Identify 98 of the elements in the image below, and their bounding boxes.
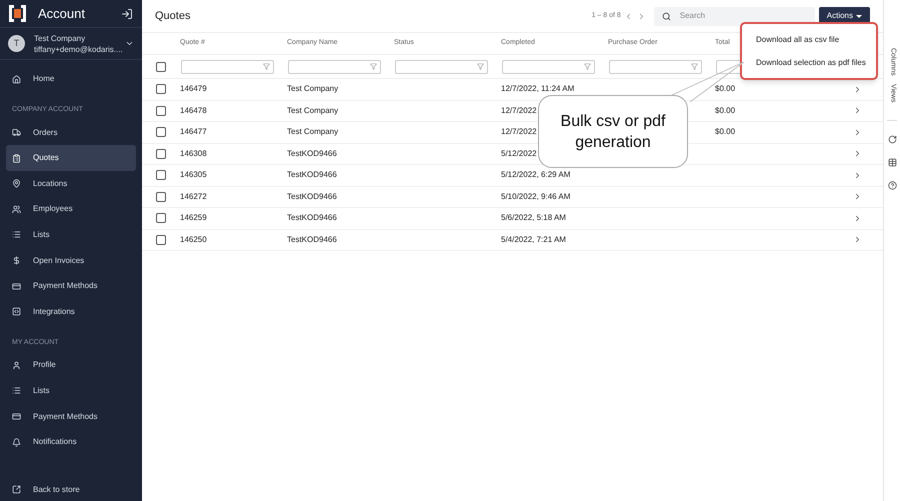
table-cell: Test Company <box>287 126 338 138</box>
list-icon <box>12 386 21 396</box>
nav-item[interactable]: Orders <box>6 120 136 146</box>
table-cell: $0.00 <box>715 126 736 138</box>
page-title: Quotes <box>155 8 192 24</box>
help-icon[interactable] <box>888 181 896 190</box>
logout-icon[interactable] <box>121 8 133 20</box>
table-cell: 146477 <box>180 126 207 138</box>
nav-item[interactable]: Open Invoices <box>6 248 136 274</box>
filter-field[interactable] <box>288 60 381 74</box>
search-field[interactable]: Search <box>654 6 815 26</box>
dollar-icon <box>12 256 21 266</box>
table-cell: 146250 <box>180 234 207 246</box>
nav-item[interactable]: Lists <box>6 378 136 404</box>
home-icon <box>12 74 21 84</box>
table-cell: 5/6/2022, 5:18 AM <box>501 212 566 224</box>
row-checkbox[interactable] <box>156 192 166 202</box>
table-cell: $0.00 <box>715 83 736 96</box>
search-icon <box>662 12 671 20</box>
row-checkbox[interactable] <box>156 127 166 138</box>
chevron-right-icon[interactable] <box>853 84 862 94</box>
row-checkbox[interactable] <box>156 148 166 159</box>
table-cell: 146478 <box>180 104 207 117</box>
nav-item[interactable]: Quotes <box>6 145 136 171</box>
table-cell: 12/7/2022 <box>501 104 537 117</box>
filter-icon[interactable] <box>477 63 484 70</box>
nav-item[interactable]: Employees <box>6 196 136 222</box>
table-cell: TestKOD9466 <box>287 148 337 160</box>
filter-field[interactable] <box>181 60 274 74</box>
table-cell: 12/7/2022, 11:24 AM <box>501 83 574 96</box>
table-cell: Test Company <box>287 83 338 96</box>
person-icon <box>12 360 21 370</box>
chevron-right-icon[interactable] <box>853 235 862 244</box>
row-checkbox[interactable] <box>156 213 166 224</box>
grid-icon[interactable] <box>888 158 896 168</box>
nav-item[interactable]: Integrations <box>6 298 136 325</box>
table-cell: 5/10/2022, 9:46 AM <box>501 190 570 203</box>
table-cell: 12/7/2022 <box>501 126 537 138</box>
table-cell: 146305 <box>180 169 207 182</box>
credit-card-icon <box>12 412 21 422</box>
table-cell: 146259 <box>180 212 207 224</box>
table-cell: $0.00 <box>715 104 736 117</box>
caret-icon <box>856 14 862 18</box>
table-cell: 146479 <box>180 83 207 96</box>
row-checkbox[interactable] <box>156 84 166 94</box>
filter-icon[interactable] <box>584 63 591 70</box>
truck-icon <box>12 128 21 138</box>
code-square-icon <box>12 307 21 316</box>
table-cell: 146272 <box>180 190 207 203</box>
chevron-right-icon[interactable] <box>853 170 862 180</box>
menu-item[interactable]: Download all as csv file <box>756 34 862 46</box>
nav-item[interactable]: Payment Methods <box>6 273 136 299</box>
external-link-icon <box>12 485 21 494</box>
chevron-right-icon[interactable] <box>853 106 862 116</box>
chevron-right-icon[interactable] <box>853 214 862 223</box>
callout-text: Bulk csv or pdf generation <box>560 112 666 152</box>
table-cell: 146308 <box>180 148 207 160</box>
credit-card-icon <box>12 282 21 291</box>
filter-icon[interactable] <box>370 63 377 70</box>
nav-item[interactable]: Back to store <box>6 478 136 501</box>
logo-icon <box>9 5 26 22</box>
row-checkbox[interactable] <box>156 170 166 180</box>
table-cell: TestKOD9466 <box>287 190 337 203</box>
table-cell: Test Company <box>287 104 338 117</box>
bell-icon <box>12 438 21 447</box>
account-email: tiffany+demo@kodaris.... <box>34 44 124 55</box>
list-icon <box>12 230 21 240</box>
nav-item[interactable]: Lists <box>6 222 136 248</box>
table-cell: TestKOD9466 <box>287 234 337 246</box>
row-checkbox[interactable] <box>156 234 166 245</box>
filter-field[interactable] <box>395 60 488 74</box>
nav-item[interactable]: Locations <box>6 171 136 197</box>
table-cell: TestKOD9466 <box>287 169 337 182</box>
chevron-right-icon[interactable] <box>853 149 862 158</box>
search-input[interactable]: Search <box>680 10 800 22</box>
row-checkbox[interactable] <box>156 106 166 116</box>
clipboard-icon <box>12 154 21 163</box>
nav-item[interactable]: Notifications <box>6 429 136 455</box>
chevron-right-icon[interactable] <box>853 128 862 137</box>
account-name: Test Company <box>34 32 86 44</box>
people-icon <box>12 204 21 214</box>
filter-icon[interactable] <box>263 63 270 70</box>
chevron-right-icon[interactable] <box>853 192 862 202</box>
table-cell: 5/4/2022, 7:21 AM <box>501 234 566 246</box>
nav-item[interactable]: Payment Methods <box>6 404 136 430</box>
avatar: T <box>8 35 25 52</box>
map-pin-icon <box>12 179 21 188</box>
table-cell: TestKOD9466 <box>287 212 337 224</box>
filter-field[interactable] <box>609 60 702 74</box>
sidebar-title: Account <box>38 4 86 23</box>
nav-item[interactable]: Home <box>6 66 136 92</box>
table-cell: 5/12/2022 <box>501 148 537 160</box>
filter-field[interactable] <box>502 60 595 74</box>
refresh-icon[interactable] <box>888 135 896 144</box>
row-checkbox[interactable] <box>156 62 166 72</box>
filter-icon[interactable] <box>691 63 698 70</box>
table-cell: 5/12/2022, 6:29 AM <box>501 169 570 182</box>
nav-item[interactable]: Profile <box>6 352 136 378</box>
